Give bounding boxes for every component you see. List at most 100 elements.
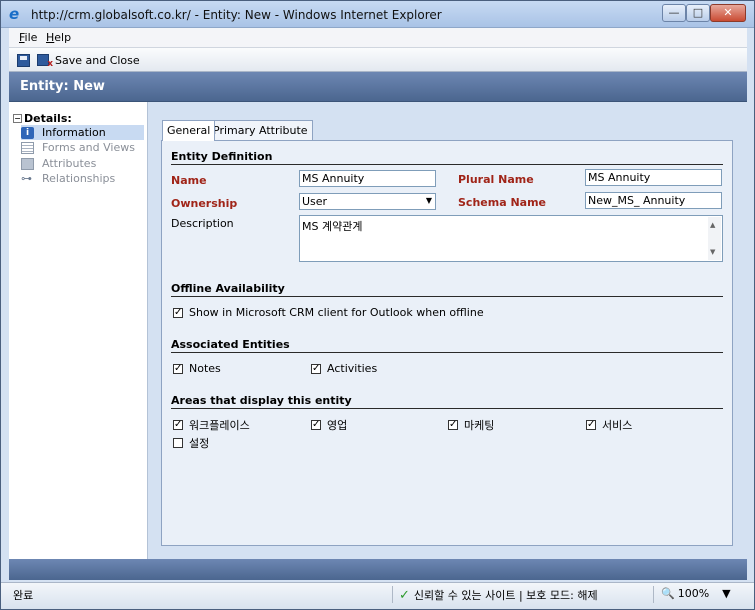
tab-primary-attribute[interactable]: Primary Attribute bbox=[208, 120, 313, 140]
trusted-site-check-icon: ✓ bbox=[399, 587, 410, 603]
activities-checkbox-row[interactable]: ✓ Activities bbox=[311, 362, 377, 375]
area-checkbox[interactable] bbox=[173, 438, 183, 448]
area-checkbox-label: 영업 bbox=[327, 419, 348, 432]
scroll-down-icon[interactable]: ▼ bbox=[710, 248, 715, 256]
area-checkbox-row[interactable]: ✓ 서비스 bbox=[586, 417, 632, 433]
save-and-close-button[interactable]: x Save and Close bbox=[37, 52, 140, 69]
section-entity-definition: Entity Definition bbox=[171, 150, 273, 163]
plural-name-label: Plural Name bbox=[458, 173, 534, 186]
area-checkbox[interactable]: ✓ bbox=[448, 420, 458, 430]
area-checkbox-label: 서비스 bbox=[602, 419, 633, 432]
zoom-icon: 🔍 bbox=[661, 587, 675, 600]
browser-window: e http://crm.globalsoft.co.kr/ - Entity:… bbox=[0, 0, 755, 610]
section-divider bbox=[171, 408, 723, 409]
save-button[interactable] bbox=[17, 52, 30, 68]
offline-checkbox[interactable]: ✓ bbox=[173, 307, 183, 318]
area-checkbox[interactable]: ✓ bbox=[173, 420, 183, 430]
ownership-value: User bbox=[302, 195, 328, 208]
activities-checkbox-label: Activities bbox=[327, 362, 378, 375]
menu-file-label: ile bbox=[24, 31, 38, 44]
area-checkbox[interactable]: ✓ bbox=[311, 420, 321, 430]
nav-item-forms-and-views[interactable]: Forms and Views bbox=[21, 140, 144, 155]
area-checkbox-label: 설정 bbox=[189, 437, 210, 450]
offline-checkbox-label: Show in Microsoft CRM client for Outlook… bbox=[189, 306, 484, 319]
activities-checkbox[interactable]: ✓ bbox=[311, 363, 321, 374]
area-checkbox-row[interactable]: ✓ 워크플레이스 bbox=[173, 417, 250, 433]
plural-name-field[interactable]: MS Annuity bbox=[585, 169, 722, 186]
toolbar: x Save and Close bbox=[9, 48, 747, 72]
area-checkbox-label: 마케팅 bbox=[464, 419, 495, 432]
save-icon bbox=[17, 53, 30, 67]
zoom-level: 100% bbox=[677, 587, 710, 600]
schema-name-field[interactable]: New_MS_ Annuity bbox=[585, 192, 722, 209]
minimize-button[interactable]: — bbox=[662, 4, 686, 22]
section-divider bbox=[171, 164, 723, 165]
section-offline-availability: Offline Availability bbox=[171, 282, 285, 295]
ownership-label: Ownership bbox=[171, 197, 238, 210]
area-checkbox[interactable]: ✓ bbox=[586, 420, 596, 430]
attributes-icon bbox=[21, 157, 34, 170]
close-button[interactable]: ✕ bbox=[710, 4, 746, 22]
relationships-icon: ⊶ bbox=[21, 171, 32, 185]
zoom-control[interactable]: 🔍 100% ▼ bbox=[661, 587, 731, 600]
nav-section-details[interactable]: − Details: bbox=[13, 112, 72, 125]
save-and-close-icon: x bbox=[37, 53, 53, 69]
internet-explorer-icon: e bbox=[9, 5, 20, 23]
form-icon bbox=[21, 141, 34, 154]
menu-file[interactable]: File bbox=[19, 31, 37, 44]
save-and-close-label: Save and Close bbox=[55, 53, 140, 67]
status-divider bbox=[653, 586, 654, 603]
ownership-select[interactable]: User ▼ bbox=[299, 193, 436, 210]
notes-checkbox-label: Notes bbox=[189, 362, 221, 375]
nav-item-label: Relationships bbox=[42, 172, 116, 185]
nav-item-information[interactable]: i Information bbox=[21, 125, 144, 140]
chevron-down-icon[interactable]: ▼ bbox=[722, 587, 730, 600]
entity-header: Entity: New bbox=[9, 72, 747, 102]
menu-help[interactable]: Help bbox=[46, 31, 71, 44]
area-checkbox-row[interactable]: ✓ 영업 bbox=[311, 417, 347, 433]
nav-item-relationships[interactable]: ⊶ Relationships bbox=[21, 171, 144, 186]
page-title: Entity: New bbox=[20, 79, 105, 94]
nav-item-label: Information bbox=[42, 126, 106, 139]
offline-checkbox-row[interactable]: ✓ Show in Microsoft CRM client for Outlo… bbox=[173, 306, 484, 319]
info-icon: i bbox=[21, 126, 34, 139]
footer-strip bbox=[9, 559, 747, 580]
area-checkbox-label: 워크플레이스 bbox=[189, 419, 250, 432]
section-divider bbox=[171, 296, 723, 297]
main-content: General Primary Attribute Entity Definit… bbox=[148, 102, 747, 559]
status-bar: 완료 ✓ 신뢰할 수 있는 사이트 | 보호 모드: 해제 🔍 100% ▼ bbox=[1, 582, 754, 609]
notes-checkbox[interactable]: ✓ bbox=[173, 363, 183, 374]
name-label: Name bbox=[171, 174, 207, 187]
maximize-button[interactable]: □ bbox=[686, 4, 710, 22]
status-divider bbox=[392, 586, 393, 603]
area-checkbox-row[interactable]: 설정 bbox=[173, 435, 209, 451]
area-checkbox-row[interactable]: ✓ 마케팅 bbox=[448, 417, 494, 433]
security-zone-label: 신뢰할 수 있는 사이트 | 보호 모드: 해제 bbox=[413, 589, 598, 602]
description-label: Description bbox=[171, 217, 234, 230]
nav-item-attributes[interactable]: Attributes bbox=[21, 156, 144, 171]
description-scrollbar[interactable]: ▲ ▼ bbox=[708, 217, 721, 260]
nav-item-label: Attributes bbox=[42, 157, 97, 170]
menu-bar: File Help bbox=[9, 28, 747, 48]
section-associated-entities: Associated Entities bbox=[171, 338, 290, 351]
section-divider bbox=[171, 352, 723, 353]
description-field[interactable]: MS 계약관계 ▲ ▼ bbox=[299, 215, 723, 262]
tab-general[interactable]: General bbox=[162, 120, 216, 141]
security-zone[interactable]: ✓ 신뢰할 수 있는 사이트 | 보호 모드: 해제 bbox=[399, 587, 598, 603]
section-areas-display: Areas that display this entity bbox=[171, 394, 352, 407]
title-bar: e http://crm.globalsoft.co.kr/ - Entity:… bbox=[1, 1, 754, 28]
schema-name-label: Schema Name bbox=[458, 196, 546, 209]
status-text: 완료 bbox=[13, 589, 34, 602]
nav-section-label: Details: bbox=[24, 112, 72, 125]
menu-help-label: elp bbox=[54, 31, 72, 44]
collapse-icon[interactable]: − bbox=[13, 114, 22, 123]
notes-checkbox-row[interactable]: ✓ Notes bbox=[173, 362, 221, 375]
chevron-down-icon[interactable]: ▼ bbox=[426, 196, 432, 205]
description-value: MS 계약관계 bbox=[302, 220, 363, 233]
form-panel: Entity Definition Name MS Annuity Plural… bbox=[161, 140, 733, 546]
name-field[interactable]: MS Annuity bbox=[299, 170, 436, 187]
scroll-up-icon[interactable]: ▲ bbox=[710, 221, 715, 229]
left-navigation: − Details: i Information Forms and Views… bbox=[9, 102, 148, 559]
window-title: http://crm.globalsoft.co.kr/ - Entity: N… bbox=[31, 8, 442, 22]
nav-item-label: Forms and Views bbox=[42, 141, 135, 154]
